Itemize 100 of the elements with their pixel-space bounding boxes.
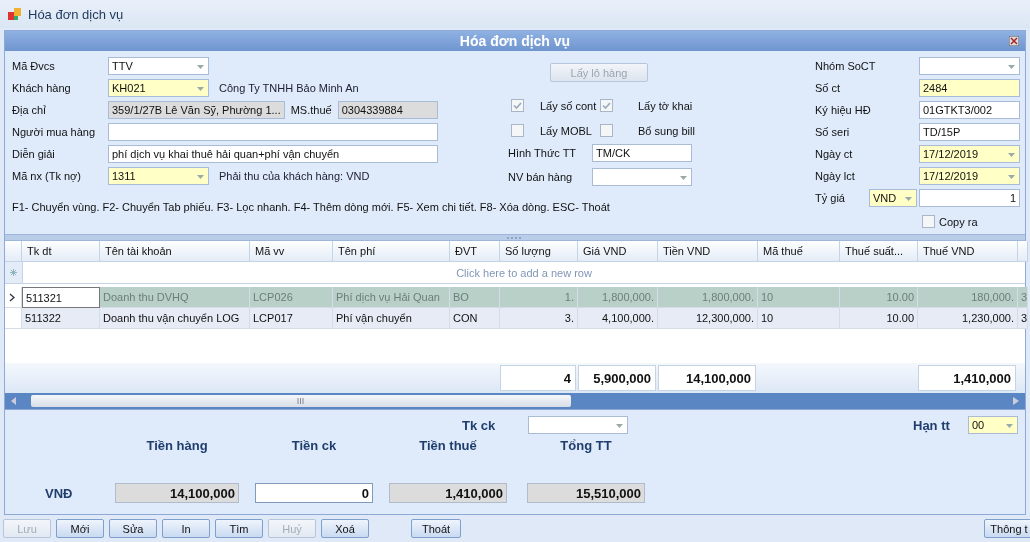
table-cell: 12,300,000. <box>658 308 758 329</box>
summary-label: Tiền thuế <box>418 438 478 453</box>
field-label: Địa chỉ <box>12 104 47 116</box>
dropdown-field[interactable]: 17/12/2019 <box>919 167 1020 185</box>
dropdown-arrow-icon[interactable] <box>1008 175 1015 179</box>
dropdown-arrow-icon[interactable] <box>680 176 687 180</box>
field-label: Khách hàng <box>12 82 72 94</box>
dropdown-arrow-icon[interactable] <box>616 424 623 428</box>
table-cell: 511321 <box>22 287 100 308</box>
column-header[interactable] <box>1018 241 1028 262</box>
info-button[interactable]: Thông t <box>984 519 1030 538</box>
table-cell: 180,000. <box>918 287 1018 308</box>
input-field[interactable] <box>108 123 438 141</box>
input-field[interactable]: 0 <box>255 483 373 503</box>
dropdown-field[interactable]: VND <box>869 189 917 207</box>
column-header[interactable]: Số lượng <box>500 241 578 262</box>
dropdown-arrow-icon[interactable] <box>1008 153 1015 157</box>
dropdown-field[interactable]: TTV <box>108 57 209 75</box>
input-field[interactable]: TD/15P <box>919 123 1020 141</box>
toolbar-button[interactable]: Tìm <box>215 519 263 538</box>
toolbar-button[interactable]: Xoá <box>321 519 369 538</box>
table-cell: 10.00 <box>840 287 918 308</box>
input-field[interactable]: 01GTKT3/002 <box>919 101 1020 119</box>
table-cell: 511322 <box>22 308 100 329</box>
field-label: MS.thuế <box>290 104 332 116</box>
checkbox[interactable] <box>511 124 524 137</box>
column-header[interactable]: Tên phí <box>333 241 450 262</box>
column-header[interactable]: ĐVT <box>450 241 500 262</box>
dropdown-field[interactable] <box>592 168 692 186</box>
field-label: Hình Thức TT <box>508 147 578 159</box>
dropdown-arrow-icon[interactable] <box>1006 424 1013 428</box>
dropdown-field[interactable] <box>919 57 1020 75</box>
toolbar-button[interactable]: Sửa <box>109 519 157 538</box>
toolbar-button[interactable]: In <box>162 519 210 538</box>
column-header[interactable]: Tk dt <box>22 241 100 262</box>
table-cell: 1,230,000. <box>918 308 1018 329</box>
input-field[interactable]: phí dịch vụ khai thuê hải quan+phí vận chuyển <box>108 145 438 163</box>
table-row[interactable]: 511322 Doanh thu vận chuyển LOG LCP017 Phí vận chuyển CON 3. 4,100,000. 12,300,000. 10 10.00 1,230,000. 3 <box>5 308 1025 329</box>
column-header[interactable]: Thuế suất... <box>840 241 918 262</box>
field-label: Hạn tt <box>913 417 951 433</box>
dropdown-arrow-icon[interactable] <box>1008 65 1015 69</box>
scroll-right-icon[interactable] <box>1013 397 1019 405</box>
checkbox[interactable] <box>922 215 935 228</box>
total-cell: 5,900,000 <box>578 365 656 391</box>
scroll-left-icon[interactable] <box>11 397 17 405</box>
table-row[interactable]: 511321 Doanh thu DVHQ LCP026 Phí dịch vụ Hải Quan BO 1. 1,800,000. 1,800,000. 10 10.00 180,000. 3 <box>5 287 1025 308</box>
field-label: Số seri <box>815 126 851 138</box>
column-header[interactable]: Tiền VND <box>658 241 758 262</box>
table-cell: 3 <box>1018 287 1028 308</box>
summary-value: 15,510,000 <box>527 483 645 503</box>
table-cell: 10.00 <box>840 308 918 329</box>
input-field[interactable]: 1 <box>919 189 1020 207</box>
table-cell: Phí vận chuyển <box>333 308 450 329</box>
close-icon[interactable] <box>1009 36 1019 46</box>
horizontal-scrollbar[interactable] <box>5 393 1025 409</box>
field-label: Ngày ct <box>815 148 854 160</box>
field-note: Công Ty TNHH Bảo Minh An <box>219 82 359 94</box>
dropdown-arrow-icon[interactable] <box>197 65 204 69</box>
checkbox-label: Copy ra <box>939 215 978 228</box>
dropdown-field[interactable]: 00 <box>968 416 1018 434</box>
input-field[interactable]: 359/1/27B Lê Văn Sỹ, Phường 1... <box>108 101 285 119</box>
table-cell: 4,100,000. <box>578 308 658 329</box>
dropdown-field[interactable]: 1311 <box>108 167 209 185</box>
scrollbar-thumb[interactable] <box>31 395 571 407</box>
column-header[interactable]: Giá VND <box>578 241 658 262</box>
column-header[interactable]: Mã vv <box>250 241 333 262</box>
column-header[interactable]: Tên tài khoản <box>100 241 250 262</box>
summary-label: Tiền ck <box>290 438 338 453</box>
dropdown-arrow-icon[interactable] <box>197 87 204 91</box>
checkbox-label: Lấy tờ khai <box>638 99 694 112</box>
currency-label: VNĐ <box>44 485 74 501</box>
table-cell: 3. <box>500 308 578 329</box>
checkbox[interactable] <box>600 99 613 112</box>
toolbar-button[interactable]: Mới <box>56 519 104 538</box>
checkbox-label: Lấy số cont <box>540 99 598 112</box>
field-label: Mã Đvcs <box>12 60 56 72</box>
splitter[interactable] <box>5 234 1025 241</box>
input-field[interactable]: TM/CK <box>592 144 692 162</box>
table-cell: 1,800,000. <box>658 287 758 308</box>
field-label: Người mua hàng <box>12 126 97 138</box>
column-header[interactable]: Thuế VND <box>918 241 1018 262</box>
table-cell: BO <box>450 287 500 308</box>
row-pointer-icon <box>9 292 15 302</box>
checkbox-label: Bổ sung bill <box>638 124 696 137</box>
dropdown-field[interactable]: KH021 <box>108 79 209 97</box>
dropdown-arrow-icon[interactable] <box>197 175 204 179</box>
field-label: Tk ck <box>462 417 497 433</box>
dropdown-field[interactable] <box>528 416 628 434</box>
dropdown-field[interactable]: 17/12/2019 <box>919 145 1020 163</box>
exit-button[interactable]: Thoát <box>411 519 461 538</box>
input-field[interactable]: 0304339884 <box>337 101 438 119</box>
table-cell: 10 <box>758 308 840 329</box>
total-cell: 14,100,000 <box>658 365 756 391</box>
hotkey-hint: F1- Chuyển vùng. F2- Chuyển Tab phiếu. F3- Lọc nhanh. F4- Thêm dòng mới. F5- Xem chi tiết. F8- Xóa dòng. ESC- Thoát <box>12 201 610 213</box>
app-icon <box>8 7 22 21</box>
checkbox[interactable] <box>600 124 613 137</box>
column-header[interactable]: Mã thuế <box>758 241 840 262</box>
checkbox[interactable] <box>511 99 524 112</box>
dropdown-arrow-icon[interactable] <box>905 197 912 201</box>
input-field[interactable]: 2484 <box>919 79 1020 97</box>
